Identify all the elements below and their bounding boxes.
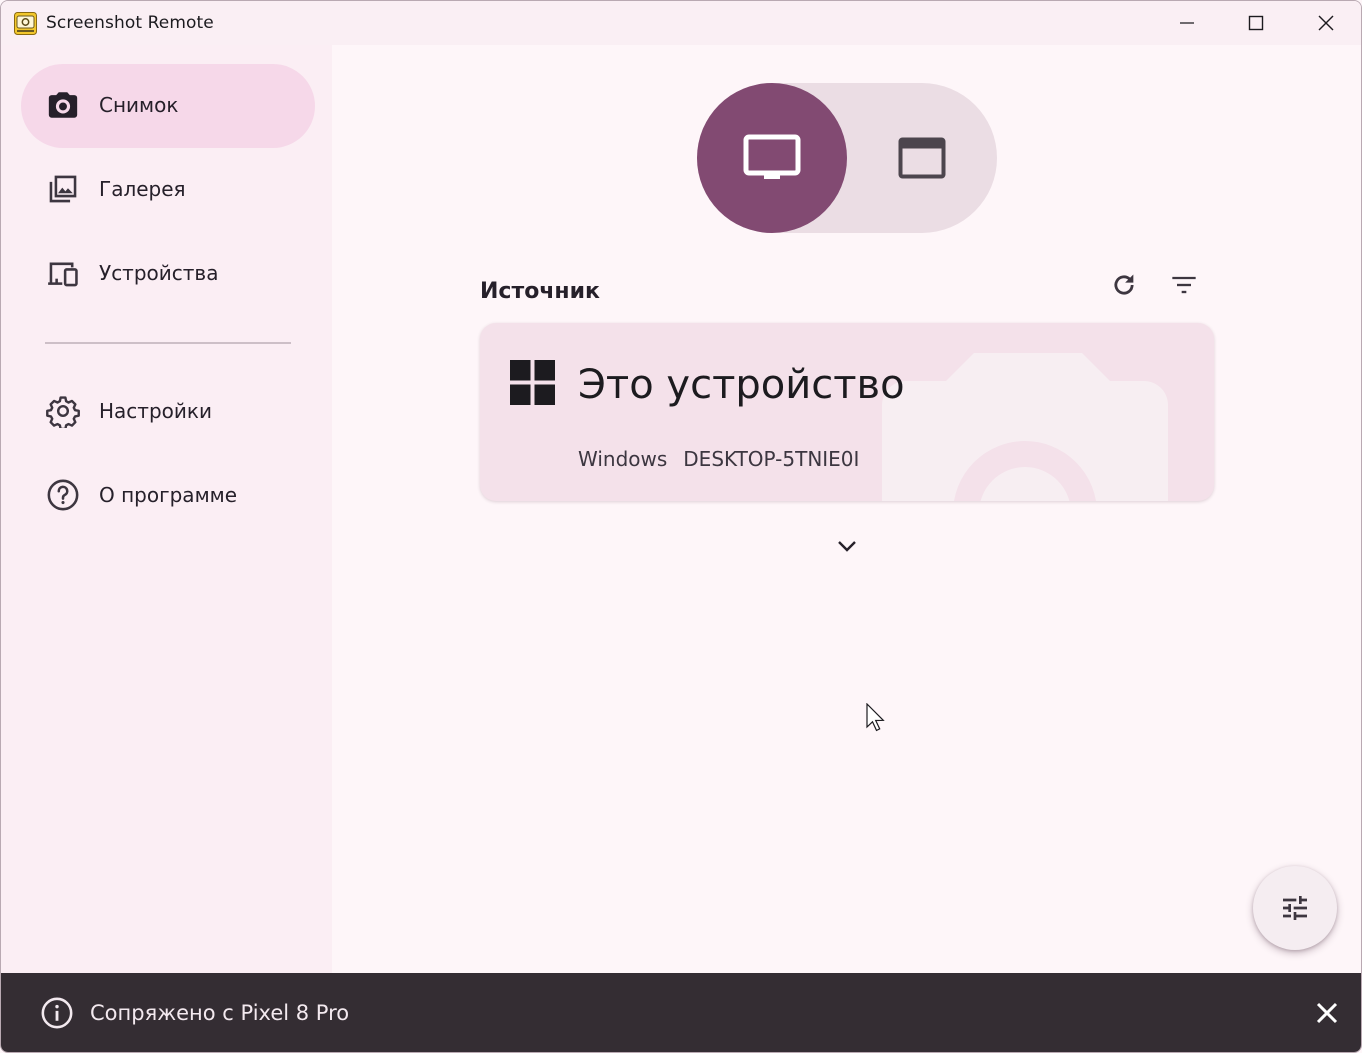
sidebar-item-label: Галерея (99, 177, 186, 201)
gear-icon (46, 396, 80, 428)
fullscreen-mode-button[interactable] (697, 83, 847, 233)
pairing-snackbar: Сопряжено с Pixel 8 Pro (1, 973, 1361, 1052)
sidebar-item-settings[interactable]: Настройки (21, 370, 315, 454)
device-os: Windows (578, 447, 668, 471)
sidebar-item-label: Устройства (99, 261, 219, 285)
device-name: Это устройство (578, 362, 905, 408)
refresh-button[interactable] (1102, 263, 1146, 307)
device-hostname: DESKTOP-5TNIE0I (683, 447, 860, 471)
info-icon (41, 997, 73, 1029)
maximize-icon (1248, 15, 1264, 31)
device-card[interactable]: Это устройство Windows DESKTOP-5TNIE0I (480, 323, 1214, 501)
capture-mode-toggle (697, 83, 997, 233)
sidebar-divider (45, 342, 291, 344)
monitor-icon (743, 134, 801, 179)
filter-button[interactable] (1162, 263, 1206, 307)
close-icon (1318, 15, 1334, 31)
refresh-icon (1114, 274, 1134, 295)
windows-logo-icon (510, 360, 555, 405)
device-details: Windows DESKTOP-5TNIE0I (578, 447, 859, 471)
snackbar-message: Сопряжено с Pixel 8 Pro (90, 1001, 350, 1025)
minimize-icon (1180, 22, 1194, 24)
filter-icon (1172, 276, 1196, 294)
camera-icon (48, 92, 78, 118)
sidebar-item-gallery[interactable]: Галерея (21, 148, 315, 232)
window-title: Screenshot Remote (46, 13, 214, 33)
camera-watermark-icon (882, 353, 1168, 501)
snackbar-close-button[interactable] (1307, 993, 1347, 1033)
expand-sources-button[interactable] (827, 530, 867, 562)
maximize-button[interactable] (1221, 1, 1291, 45)
sidebar-item-label: Настройки (99, 399, 212, 423)
window-icon (898, 137, 946, 179)
gallery-icon (49, 175, 77, 203)
mouse-cursor-icon (866, 703, 885, 732)
capture-settings-fab[interactable] (1253, 866, 1337, 950)
devices-icon (48, 262, 78, 287)
sidebar-item-devices[interactable]: Устройства (21, 232, 315, 316)
title-bar: Screenshot Remote (1, 1, 1361, 45)
sidebar-item-about[interactable]: О программе (21, 454, 315, 538)
source-section-title: Источник (480, 279, 600, 304)
sidebar-item-snapshot[interactable]: Снимок (21, 64, 315, 148)
tune-icon (1283, 896, 1307, 920)
help-icon (47, 479, 79, 511)
main-content: Источник Это устройство Windows DESKTOP-… (332, 45, 1361, 973)
navigation-sidebar: Снимок Галерея Устройства Настройки О пр… (1, 45, 332, 973)
app-window: Screenshot Remote Снимок Галерея Устройс… (0, 0, 1362, 1053)
sidebar-item-label: О программе (99, 483, 238, 507)
chevron-down-icon (838, 541, 856, 552)
minimize-button[interactable] (1152, 1, 1222, 45)
close-icon (1316, 1002, 1338, 1024)
app-logo-icon (14, 12, 37, 35)
sidebar-item-label: Снимок (99, 93, 179, 117)
window-mode-button[interactable] (847, 83, 997, 233)
close-window-button[interactable] (1291, 1, 1361, 45)
